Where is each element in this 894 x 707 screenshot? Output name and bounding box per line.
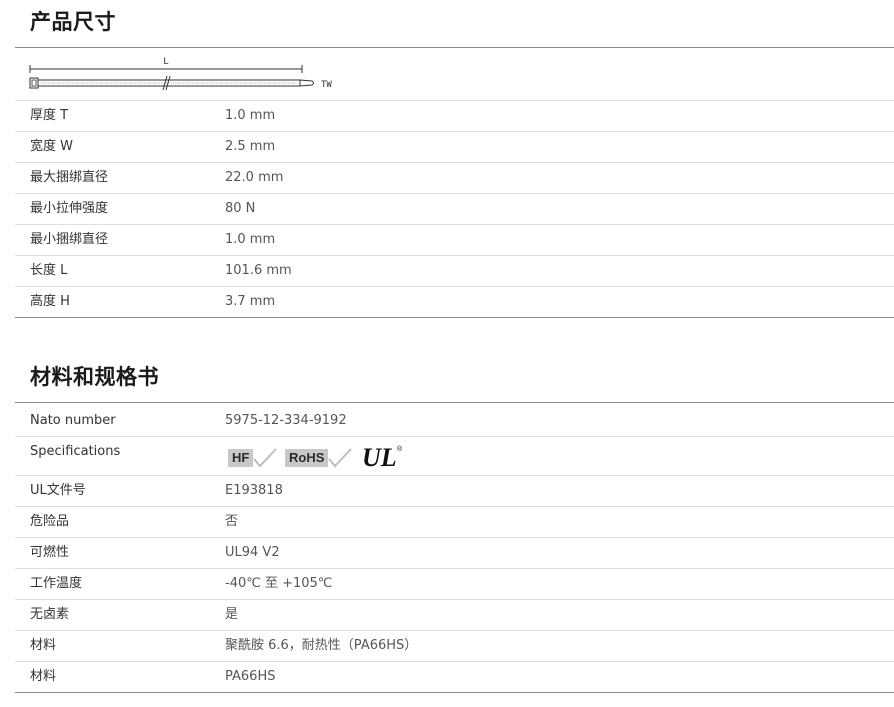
spec-table-row: 高度 H 3.7 mm	[15, 287, 894, 318]
spec-table-row: 无卤素 是	[15, 600, 894, 631]
nato-row: Nato number 5975-12-334-9192	[15, 406, 894, 437]
tie-tail	[299, 79, 314, 87]
dimensions-table: L TW 厚度 T 1.0 mm 宽度 W 2.5 mm 最大捆绑直径 22.0 mm 最小…	[15, 48, 894, 318]
spec-label: 长度 L	[30, 263, 68, 278]
spec-value: 22.0 mm	[225, 170, 284, 185]
spec-label: 危险品	[30, 514, 70, 529]
hf-badge-text: HF	[228, 449, 254, 467]
spec-table-row: 长度 L 101.6 mm	[15, 256, 894, 287]
spec-value: 是	[225, 607, 239, 622]
hf-badge: HF	[228, 447, 278, 469]
cable-tie-diagram-row: L TW	[15, 48, 894, 101]
spec-value: 否	[225, 514, 239, 529]
spec-table-row: 可燃性 UL94 V2	[15, 538, 894, 569]
spec-table-row: 材料 PA66HS	[15, 662, 894, 693]
spec-label: 最小捆绑直径	[30, 232, 109, 247]
spec-value: 聚酰胺 6.6，耐热性（PA66HS）	[225, 638, 418, 653]
tw-label: TW	[321, 80, 332, 90]
section-title-dimensions: 产品尺寸	[30, 10, 116, 34]
specifications-label: Specifications	[30, 444, 121, 459]
spec-value: E193818	[225, 483, 283, 498]
ul-registered-mark: ®	[397, 445, 403, 453]
length-label: L	[163, 57, 168, 67]
spec-label: UL文件号	[30, 483, 86, 498]
ul-logo-icon: UL ®	[362, 443, 403, 472]
spec-table-row: 宽度 W 2.5 mm	[15, 132, 894, 163]
materials-rows: UL文件号 E193818 危险品 否可燃性 UL94 V2 工作温度 -40℃ 至 +10…	[15, 476, 894, 693]
spec-value: 2.5 mm	[225, 139, 276, 154]
materials-table: Nato number 5975-12-334-9192 Specificati…	[15, 406, 894, 693]
product-spec-page: 产品尺寸 L TW 厚度 T 1.0 mm 宽度 W 2.5 mm 最大捆绑直径…	[0, 0, 894, 707]
rohs-badge: RoHS	[285, 447, 352, 469]
spec-table-row: 危险品 否	[15, 507, 894, 538]
spec-label: 无卤素	[30, 607, 70, 622]
spec-label: 材料	[30, 669, 57, 684]
spec-table-row: 材料 聚酰胺 6.6，耐热性（PA66HS）	[15, 631, 894, 662]
section-title-materials: 材料和规格书	[30, 365, 159, 389]
spec-table-row: 最大捆绑直径 22.0 mm	[15, 163, 894, 194]
section-rule-materials	[15, 402, 894, 403]
spec-label: 最大捆绑直径	[30, 170, 109, 185]
spec-table-row: 工作温度 -40℃ 至 +105℃	[15, 569, 894, 600]
spec-label: 厚度 T	[30, 108, 69, 123]
dimensions-rows: 厚度 T 1.0 mm 宽度 W 2.5 mm 最大捆绑直径 22.0 mm 最小拉伸强度 8…	[15, 101, 894, 318]
tie-head	[29, 77, 39, 89]
nato-value: 5975-12-334-9192	[225, 413, 347, 428]
spec-label: 工作温度	[30, 576, 83, 591]
spec-value: 80 N	[225, 201, 256, 216]
spec-table-row: 最小捆绑直径 1.0 mm	[15, 225, 894, 256]
spec-value: 3.7 mm	[225, 294, 276, 309]
ul-logo: UL ®	[361, 443, 403, 472]
spec-value: -40℃ 至 +105℃	[225, 576, 333, 591]
spec-label: 最小拉伸强度	[30, 201, 109, 216]
spec-value: UL94 V2	[225, 545, 280, 560]
spec-table-row: UL文件号 E193818	[15, 476, 894, 507]
checkmark-icon	[328, 448, 352, 468]
spec-value: 1.0 mm	[225, 232, 276, 247]
spec-label: 高度 H	[30, 294, 70, 309]
spec-value: 101.6 mm	[225, 263, 292, 278]
checkmark-icon	[253, 448, 277, 468]
spec-table-row: 最小拉伸强度 80 N	[15, 194, 894, 225]
rohs-badge-text: RoHS	[285, 449, 329, 467]
specifications-row: Specifications HF RoHS UL ®	[15, 437, 894, 476]
nato-label: Nato number	[30, 413, 116, 428]
ul-logo-text: UL	[362, 443, 397, 471]
spec-label: 可燃性	[30, 545, 70, 560]
spec-value: PA66HS	[225, 669, 276, 684]
cable-tie-diagram: L TW	[29, 57, 332, 91]
spec-table-row: 厚度 T 1.0 mm	[15, 101, 894, 132]
spec-value: 1.0 mm	[225, 108, 276, 123]
spec-label: 材料	[30, 638, 57, 653]
spec-label: 宽度 W	[30, 139, 73, 154]
